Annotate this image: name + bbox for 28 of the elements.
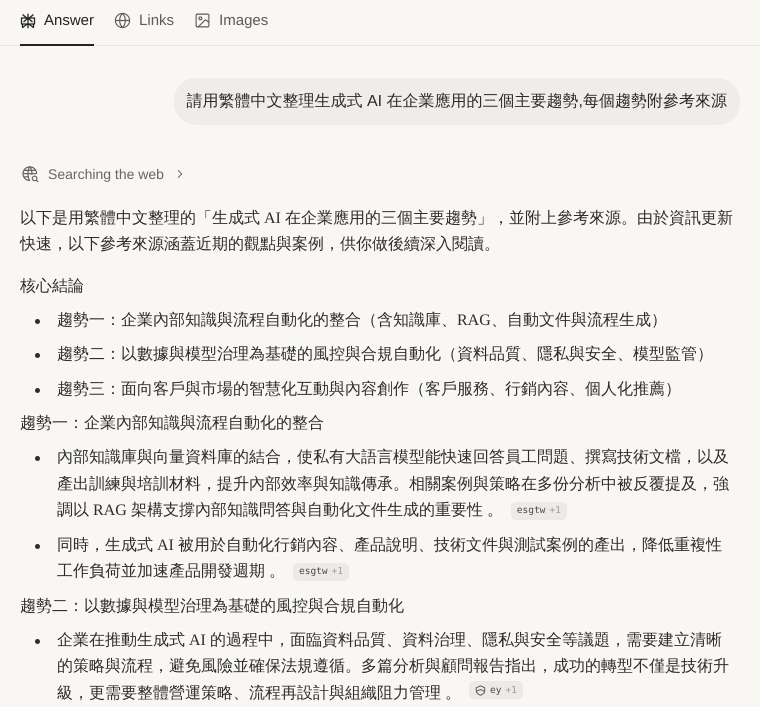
- tab[interactable]: Links: [114, 0, 174, 46]
- image-icon: [194, 12, 212, 30]
- bullet-icon: [35, 318, 40, 324]
- asterisk-icon: [20, 12, 36, 29]
- citation-chip[interactable]: ey +1: [469, 681, 523, 699]
- list-item-text: 內部知識庫與向量資料庫的結合，使私有大語言模型能快速回答員工問題、撰寫技術文檔，以及產出訓練與培訓材料，提升內部效率與知識傳承。相關案例與策略在多份分析中被反覆提及，強調以 RAG 架構支撐內部知識問答與自動化文件生成的重要性 。 esgtw +1: [57, 448, 730, 522]
- bullet-icon: [35, 638, 40, 644]
- searching-web-button[interactable]: Searching the web: [22, 166, 187, 182]
- citation-chip[interactable]: esgtw +1: [510, 502, 567, 520]
- bullet-icon: [35, 456, 40, 461]
- globe-search-icon: [22, 166, 39, 182]
- tab[interactable]: Answer: [20, 0, 94, 46]
- globe-icon: [114, 12, 132, 30]
- list-item-text: 企業在推動生成式 AI 的過程中，面臨資料品質、資料治理、隱私與安全等議題，需要建立清晰的策略與流程，避免風險並確保法規遵循。多篇分析與顧問報告指出，成功的轉型不僅是技術升級，更需要整體營運策略、流程再設計與組織阻力管理 。 ey +1: [57, 630, 730, 704]
- answer-paragraph: 以下是用繁體中文整理的「生成式 AI 在企業應用的三個主要趨勢」，並附上參考來源。由於資訊更新快速，以下參考來源涵蓋近期的觀點與案例，供你做後續深入閱讀。: [20, 208, 734, 254]
- list-item-text: 趨勢三：面向客戶與市場的智慧化互動與內容創作（客戶服務、行銷內容、個人化推薦）: [57, 380, 682, 400]
- user-message-bubble: 請用繁體中文整理生成式 AI 在企業應用的三個主要趨勢,每個趨勢附參考來源: [174, 78, 740, 124]
- list-item-text: 趨勢二：以數據與模型治理為基礎的風控與合規自動化（資料品質、隱私與安全、模型監管）: [57, 344, 714, 365]
- bullet-icon: [35, 388, 40, 392]
- list-item-text: 趨勢一：企業內部知識與流程自動化的整合（含知識庫、RAG、自動文件與流程生成）: [57, 310, 668, 330]
- list-item-text: 同時，生成式 AI 被用於自動化行銷內容、產品說明、技術文件與測試案例的產出，降低重複性工作負荷並加速產品開發週期 。 esgtw +1: [57, 535, 723, 582]
- bullet-icon: [35, 353, 40, 358]
- section-heading: 核心結論: [20, 276, 85, 296]
- section-heading: 趨勢一：企業內部知識與流程自動化的整合: [20, 414, 325, 434]
- section-heading: 趨勢二：以數據與模型治理為基礎的風控與合規自動化: [20, 596, 405, 616]
- citation-chip[interactable]: esgtw +1: [293, 562, 350, 580]
- bullet-icon: [35, 544, 40, 548]
- tab[interactable]: Images: [194, 0, 268, 46]
